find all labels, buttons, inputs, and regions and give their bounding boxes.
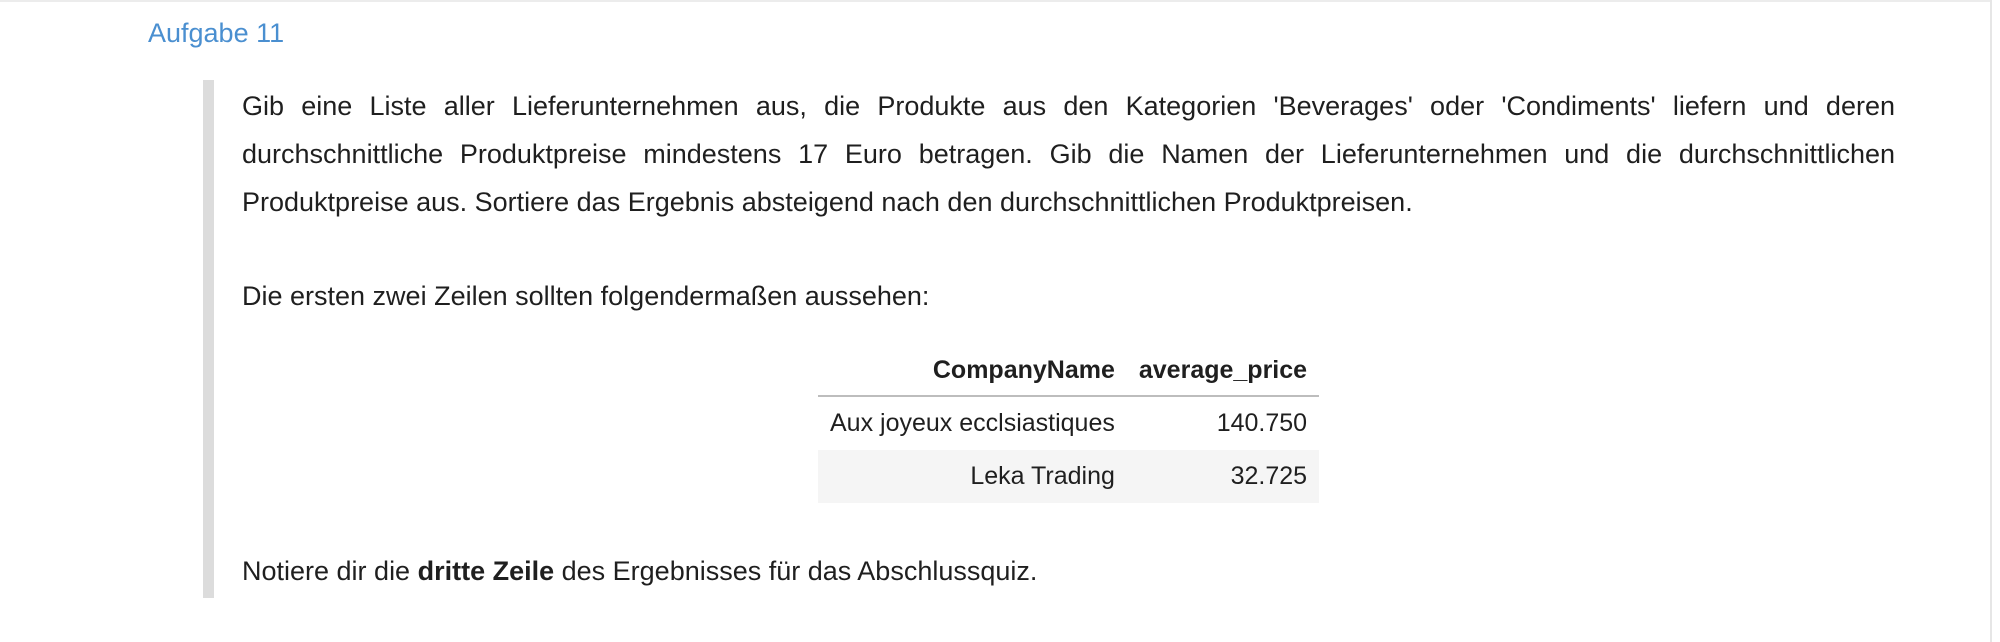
cell-companyname: Leka Trading xyxy=(818,450,1127,503)
table-row: Aux joyeux ecclsiastiques 140.750 xyxy=(818,396,1319,450)
cell-average-price: 32.725 xyxy=(1126,450,1320,503)
table-row: Leka Trading 32.725 xyxy=(818,450,1320,503)
example-result-table: CompanyName average_price Aux joyeux ecc… xyxy=(818,342,1320,503)
table-header-row: CompanyName average_price xyxy=(818,342,1320,397)
task-heading: Aufgabe 11 xyxy=(148,18,285,48)
quiz-note: Notiere dir die dritte Zeile des Ergebni… xyxy=(242,547,1895,595)
task-description: Gib eine Liste aller Lieferunternehmen a… xyxy=(242,91,1895,217)
table-intro: Die ersten zwei Zeilen sollten folgender… xyxy=(242,281,930,311)
column-header-average-price: average_price xyxy=(1126,342,1320,397)
column-header-companyname: CompanyName xyxy=(818,342,1127,397)
scrollbar-track[interactable] xyxy=(1990,0,2000,642)
top-border xyxy=(0,0,1990,2)
quiz-note-before: Notiere dir die xyxy=(242,556,418,586)
quiz-note-after: des Ergebnisses für das Abschlussquiz. xyxy=(554,556,1038,586)
cell-average-price: 140.750 xyxy=(1216,409,1308,437)
task-blockquote: Gib eine Liste aller Lieferunternehmen a… xyxy=(203,80,1895,598)
quiz-note-emphasis: dritte Zeile xyxy=(417,556,555,586)
cell-companyname: Aux joyeux ecclsiastiques xyxy=(830,409,1115,437)
